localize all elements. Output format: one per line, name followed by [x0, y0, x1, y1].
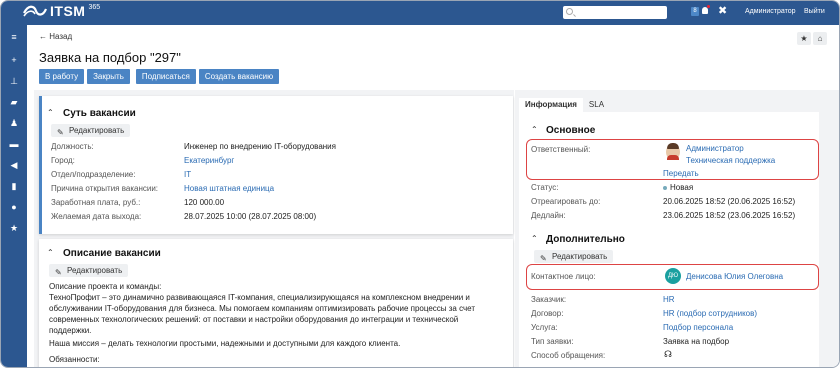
method-label: Способ обращения:: [531, 351, 606, 360]
edit-label: Редактировать: [69, 126, 125, 135]
type-label: Тип заявки:: [531, 337, 574, 346]
description-title: Описание вакансии: [63, 248, 161, 259]
notification-badge[interactable]: 8: [691, 7, 699, 16]
contract-link[interactable]: HR (подбор сотрудников): [663, 309, 757, 318]
description-edit-button[interactable]: ✎ Редактировать: [49, 264, 129, 277]
avatar-shirt: [667, 155, 679, 160]
logo-wave-icon: [23, 5, 47, 17]
service-label: Услуга:: [531, 323, 558, 332]
tab-sla[interactable]: SLA: [583, 98, 610, 112]
status-label: Статус:: [531, 183, 559, 192]
vacancy-edit-button[interactable]: ✎ Редактировать: [51, 124, 131, 137]
mission-paragraph: Наша миссия – делать технологии простыми…: [49, 339, 401, 348]
chevron-up-icon[interactable]: ⌃: [531, 125, 538, 134]
pencil-icon: ✎: [55, 268, 62, 277]
customer-link[interactable]: HR: [663, 295, 675, 304]
deadline-label: Дедлайн:: [531, 211, 566, 220]
logout-link[interactable]: Выйти: [804, 8, 825, 15]
contact-name-link[interactable]: Денисова Юлия Олеговна: [686, 272, 783, 281]
field-label: Должность:: [51, 142, 94, 151]
user-circle-icon[interactable]: ●: [9, 202, 19, 212]
contract-label: Договор:: [531, 309, 564, 318]
chevron-up-icon[interactable]: ⌃: [531, 234, 538, 243]
sidebar: ≡ + ⊥ ▰ ♟ ▬ ◀ ▮ ● ★: [1, 25, 27, 367]
megaphone-icon[interactable]: ◀: [9, 160, 19, 170]
close-button[interactable]: Закрыть: [87, 69, 130, 84]
avatar-hair: [667, 143, 679, 149]
top-bar: ITSM 365 8 ✖ Администратор Выйти: [1, 1, 839, 25]
contact-label: Контактное лицо:: [531, 272, 596, 281]
users-icon[interactable]: ♟: [9, 118, 19, 128]
respond-value: 20.06.2025 18:52 (20.06.2025 16:52): [663, 197, 796, 206]
pencil-icon: ✎: [57, 128, 64, 137]
plus-icon[interactable]: +: [9, 55, 19, 65]
description-subtitle: Описание проекта и команды:: [49, 282, 162, 291]
field-label: Заработная плата, руб.:: [51, 198, 141, 207]
status-text: Новая: [670, 183, 694, 192]
start-date-value: 28.07.2025 10:00 (28.07.2025 08:00): [184, 212, 317, 221]
responsible-label: Ответственный:: [531, 145, 591, 154]
edit-label: Редактировать: [552, 252, 608, 261]
status-value: Новая: [663, 183, 693, 192]
respond-label: Отреагировать до:: [531, 197, 601, 206]
create-vacancy-button[interactable]: Создать вакансию: [198, 69, 280, 84]
back-label: Назад: [49, 32, 73, 41]
car-icon[interactable]: ▰: [9, 97, 19, 107]
info-tabs: Информация SLA: [519, 98, 610, 112]
home-button[interactable]: ⌂: [813, 32, 827, 45]
menu-icon[interactable]: ≡: [9, 32, 19, 42]
responsible-name-link[interactable]: Администратор: [686, 144, 744, 153]
position-value: Инженер по внедрению IT-оборудования: [184, 142, 336, 151]
field-label: Желаемая дата выхода:: [51, 212, 142, 221]
city-link[interactable]: Екатеринбург: [184, 156, 234, 165]
tab-information[interactable]: Информация: [519, 98, 583, 112]
logo[interactable]: ITSM 365: [23, 3, 100, 19]
star-icon: ★: [800, 34, 808, 43]
search-icon: [566, 8, 573, 15]
field-label: Город:: [51, 156, 75, 165]
logo-text: ITSM: [50, 3, 86, 19]
responsible-group-link[interactable]: Техническая поддержка: [686, 156, 775, 165]
department-link[interactable]: IT: [184, 170, 191, 179]
extra-section-title: Дополнительно: [546, 234, 625, 245]
in-work-button[interactable]: В работу: [39, 69, 85, 84]
home-icon: ⌂: [817, 34, 823, 43]
main-section-title: Основное: [546, 125, 596, 136]
transfer-link[interactable]: Передать: [663, 169, 699, 178]
subscribe-button[interactable]: Подписаться: [135, 69, 196, 84]
description-paragraph: ТехноПрофит – это динамично развивающаяс…: [49, 293, 476, 335]
chevron-up-icon[interactable]: ⌃: [47, 248, 54, 257]
bell-icon[interactable]: [702, 5, 710, 14]
reason-link[interactable]: Новая штатная единица: [184, 184, 274, 193]
org-chart-icon[interactable]: ⊥: [9, 76, 19, 86]
tools-icon[interactable]: ✖: [718, 4, 727, 17]
service-link[interactable]: Подбор персонала: [663, 323, 733, 332]
page-title: Заявка на подбор "297": [39, 50, 181, 65]
salary-value: 120 000.00: [184, 198, 225, 207]
search-input[interactable]: [563, 6, 667, 19]
avatar: [666, 143, 680, 160]
field-label: Причина открытия вакансии:: [51, 184, 159, 193]
action-bar: В работу Закрыть Подписаться Создать вак…: [39, 69, 280, 84]
vacancy-title: Суть вакансии: [63, 108, 136, 119]
back-link[interactable]: ← Назад: [39, 32, 72, 41]
app-window: ITSM 365 8 ✖ Администратор Выйти ≡ + ⊥ ▰…: [0, 0, 840, 368]
logo-superscript: 365: [88, 3, 101, 11]
favorite-star-button[interactable]: ★: [797, 32, 811, 45]
field-label: Отдел/подразделение:: [51, 170, 136, 179]
edit-label: Редактировать: [67, 266, 123, 275]
contact-avatar: ДЮ: [665, 268, 681, 284]
user-menu[interactable]: Администратор: [745, 8, 796, 15]
type-value: Заявка на подбор: [663, 337, 730, 346]
chevron-up-icon[interactable]: ⌃: [47, 108, 54, 117]
headset-icon: ☊: [664, 349, 672, 359]
deadline-value: 23.06.2025 18:52 (23.06.2025 16:52): [663, 211, 796, 220]
bar-chart-icon[interactable]: ▮: [9, 181, 19, 191]
extra-edit-button[interactable]: ✎ Редактировать: [534, 250, 614, 263]
book-icon[interactable]: ▬: [9, 139, 19, 149]
duties-label: Обязанности:: [49, 355, 100, 364]
star-icon[interactable]: ★: [9, 223, 19, 233]
status-dot-icon: [663, 185, 667, 190]
customer-label: Заказчик:: [531, 295, 567, 304]
